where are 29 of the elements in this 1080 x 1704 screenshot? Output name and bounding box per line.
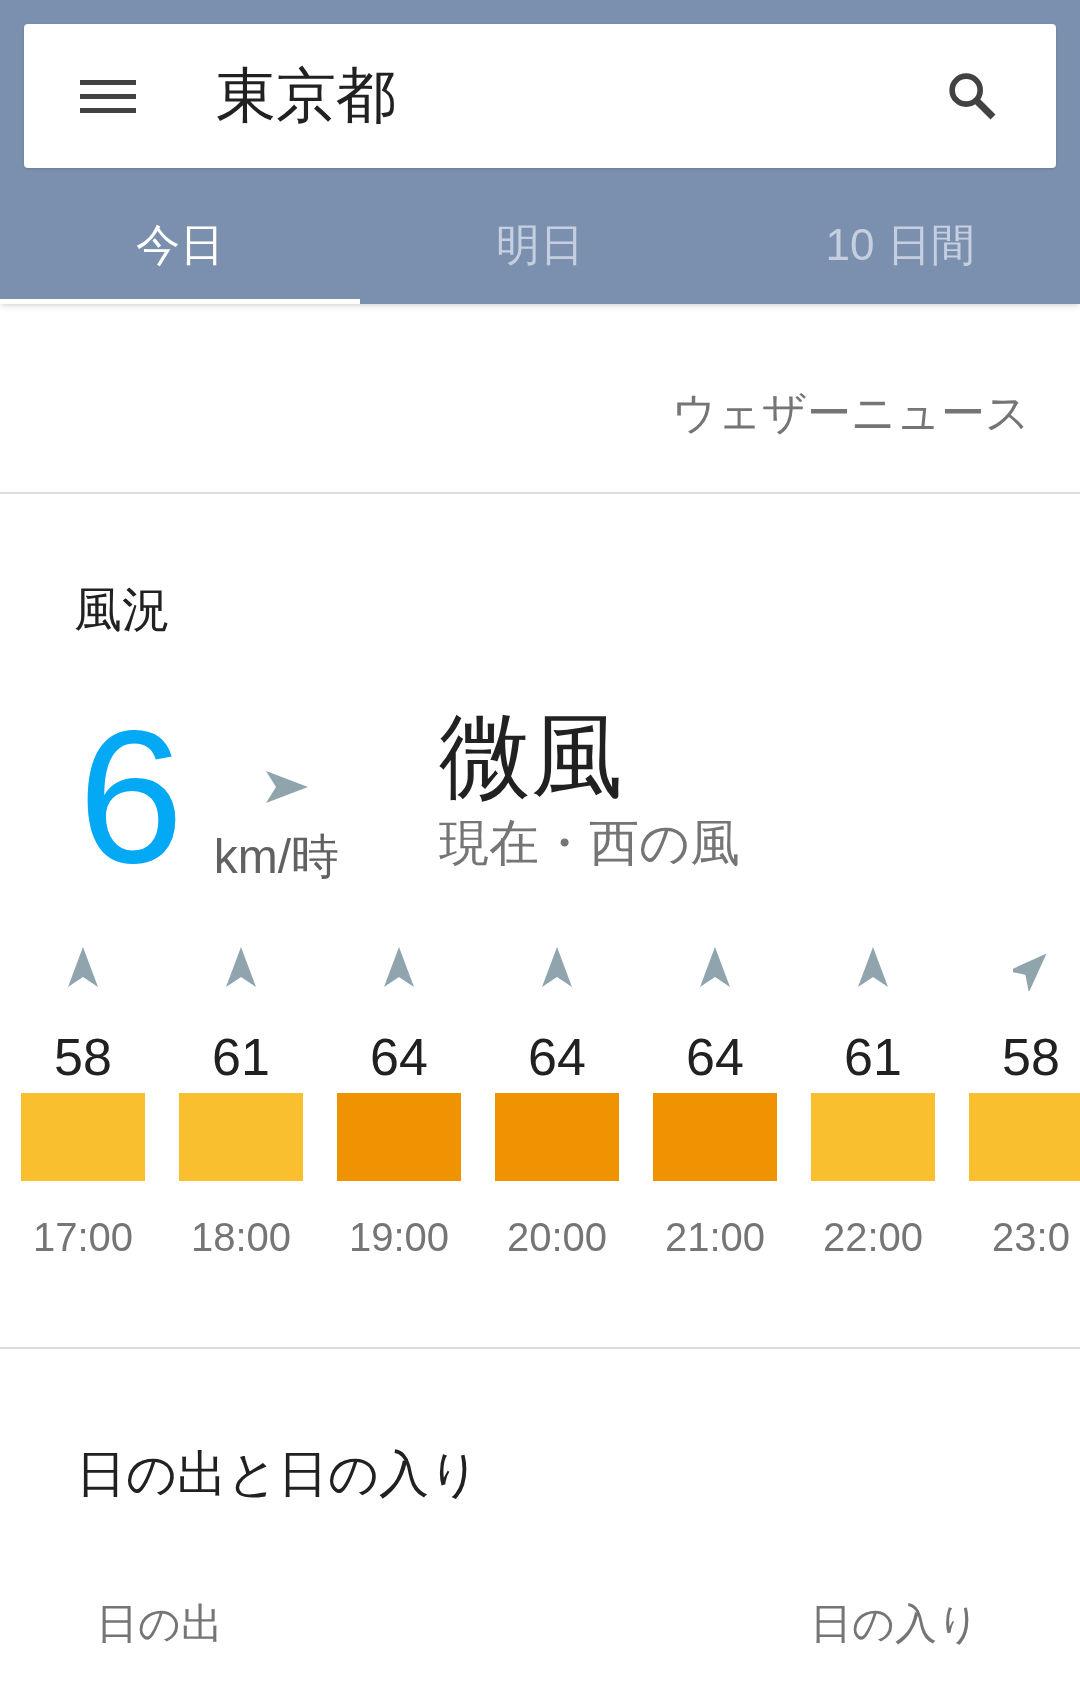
wind-speed-value: 61 (844, 1031, 902, 1083)
hour-label: 19:00 (348, 1214, 450, 1261)
wind-speed: 6 (78, 711, 184, 881)
tab[interactable]: 10 日間 (720, 190, 1080, 304)
wind-description: 微風 (439, 706, 624, 806)
hour-label: 22:00 (822, 1214, 924, 1261)
wind-speed-value: 64 (686, 1031, 744, 1083)
sunset-label: 日の入り (810, 1599, 980, 1649)
search-bar[interactable]: 東京都 (24, 24, 1056, 168)
wind-speed-value: 58 (54, 1031, 112, 1083)
wind-speed-value: 64 (528, 1031, 586, 1083)
hour-label: 17:00 (32, 1214, 134, 1261)
hour-label: 21:00 (664, 1214, 766, 1261)
tab[interactable]: 今日 (0, 190, 360, 304)
wind-detail: 現在・西の風 (439, 814, 740, 873)
hour-label: 23:0 (992, 1214, 1070, 1261)
tab[interactable]: 明日 (360, 190, 720, 304)
section-title: 日の出と日の入り (76, 1445, 481, 1504)
wind-speed-value: 58 (1002, 1031, 1060, 1083)
hour-label: 18:00 (190, 1214, 292, 1261)
speed-unit: km/時 (213, 833, 339, 881)
wind-speed-value: 61 (212, 1031, 270, 1083)
search-query: 東京都 (216, 61, 397, 131)
wind-speed-value: 64 (370, 1031, 428, 1083)
source-link[interactable]: ウェザーニュース (672, 380, 1030, 446)
wind-direction-icon (263, 769, 310, 805)
hour-label: 20:00 (506, 1214, 608, 1261)
sunrise-label: 日の出 (96, 1599, 223, 1649)
section-title: 風況 (74, 582, 171, 638)
